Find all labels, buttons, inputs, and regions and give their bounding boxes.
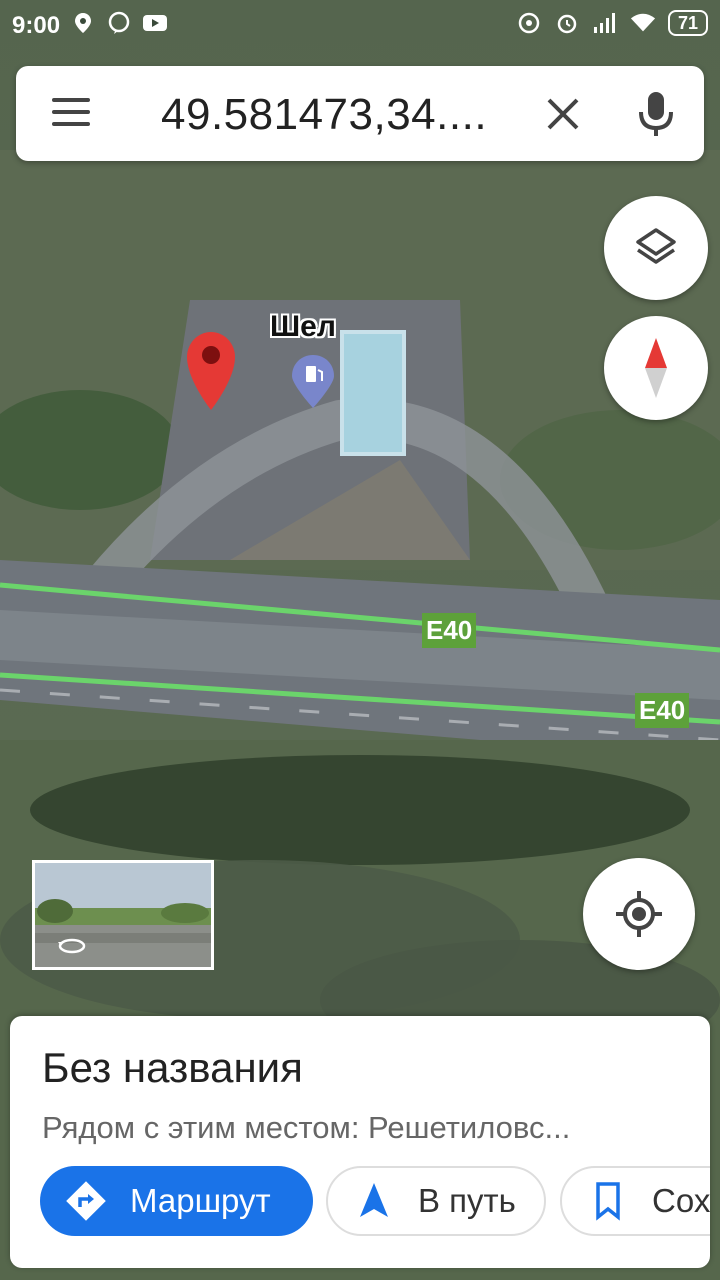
search-input[interactable]: 49.581473,34.... xyxy=(161,90,487,140)
street-view-thumbnail[interactable] xyxy=(32,860,214,970)
directions-label: Маршрут xyxy=(130,1182,271,1219)
viber-icon xyxy=(106,10,132,36)
signal-icon xyxy=(592,10,618,36)
place-sheet[interactable]: Без названия Рядом с этим местом: Решети… xyxy=(10,1016,710,1268)
search-bar[interactable]: 49.581473,34.... xyxy=(16,66,704,161)
place-subtitle: Рядом с этим местом: Решетиловс... xyxy=(42,1110,571,1145)
rotate-360-icon xyxy=(57,935,87,961)
status-time: 9:00 xyxy=(12,12,61,39)
start-navigation-button[interactable]: В путь xyxy=(326,1166,546,1236)
bookmark-icon xyxy=(586,1179,630,1223)
status-bar: 9:00 71 xyxy=(0,0,720,50)
save-label: Сохр xyxy=(652,1182,710,1219)
poi-label[interactable]: Шел xyxy=(270,310,336,344)
compass-icon xyxy=(645,338,667,398)
layers-button[interactable] xyxy=(604,196,708,300)
menu-icon[interactable] xyxy=(52,98,90,128)
battery-icon: 71 xyxy=(667,10,708,36)
youtube-icon xyxy=(142,10,168,36)
my-location-button[interactable] xyxy=(583,858,695,970)
layers-icon xyxy=(636,228,676,264)
start-navigation-label: В путь xyxy=(418,1182,516,1219)
microphone-icon[interactable] xyxy=(636,90,676,138)
place-title: Без названия xyxy=(42,1044,303,1091)
wifi-icon xyxy=(630,10,656,36)
hotspot-icon xyxy=(516,10,542,36)
save-button[interactable]: Сохр xyxy=(560,1166,710,1236)
road-shield: E40 xyxy=(422,613,477,648)
compass-button[interactable] xyxy=(604,316,708,420)
directions-button[interactable]: Маршрут xyxy=(40,1166,313,1236)
close-icon[interactable] xyxy=(541,92,585,136)
maps-icon xyxy=(70,10,96,36)
navigation-icon xyxy=(352,1179,396,1223)
directions-icon xyxy=(64,1179,108,1223)
road-shield: E40 xyxy=(635,693,690,728)
alarm-icon xyxy=(554,10,580,36)
my-location-icon xyxy=(616,891,662,937)
